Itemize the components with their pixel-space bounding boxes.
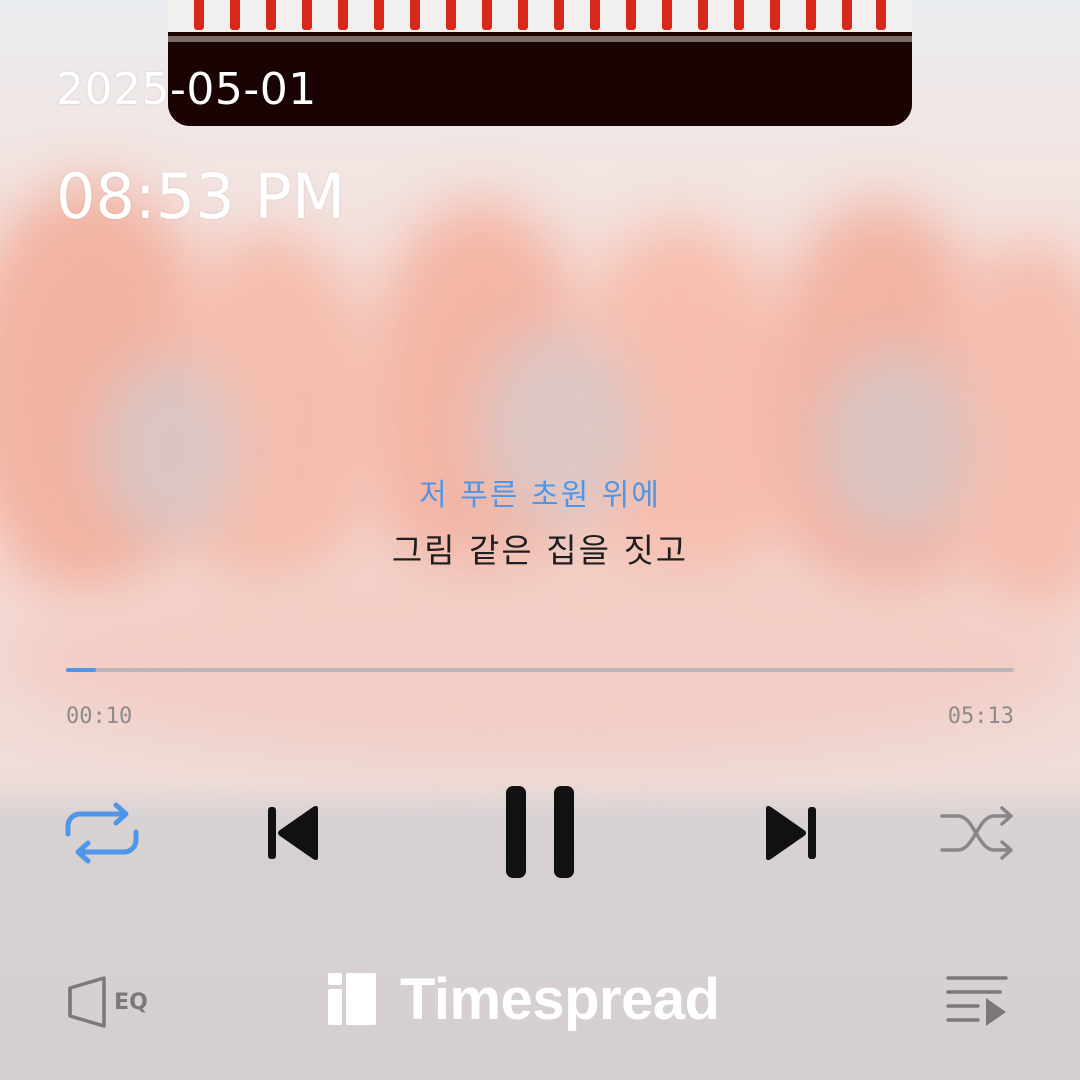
- repeat-button[interactable]: [60, 800, 144, 866]
- lyric-next-line[interactable]: 그림 같은 집을 짓고: [0, 524, 1080, 572]
- brand-logo: Timespread: [328, 966, 720, 1032]
- playlist-icon: [946, 976, 1008, 1026]
- lyric-current-line[interactable]: 저 푸른 초원 위에: [0, 470, 1080, 514]
- equalizer-button[interactable]: EQ: [56, 972, 156, 1032]
- next-track-button[interactable]: [756, 798, 826, 868]
- brand-mark-icon: [328, 973, 378, 1025]
- shuffle-button[interactable]: [938, 800, 1018, 866]
- eq-label: EQ: [114, 989, 148, 1015]
- speaker-icon: [68, 976, 106, 1028]
- progress-bar[interactable]: [66, 668, 1014, 672]
- pause-icon: [506, 786, 574, 878]
- brand-name: Timespread: [400, 966, 720, 1032]
- skip-next-icon: [766, 805, 816, 861]
- elapsed-time: 00:10: [66, 704, 133, 729]
- date-label: 2025-05-01: [56, 64, 317, 115]
- pause-button[interactable]: [496, 780, 586, 884]
- previous-track-button[interactable]: [258, 798, 328, 868]
- shuffle-icon: [940, 806, 1013, 860]
- progress-fill: [66, 668, 97, 672]
- playlist-button[interactable]: [942, 970, 1012, 1030]
- total-duration: 05:13: [947, 704, 1014, 729]
- repeat-icon: [65, 802, 139, 864]
- skip-previous-icon: [268, 805, 318, 861]
- clock-label: 08:53 PM: [56, 160, 346, 233]
